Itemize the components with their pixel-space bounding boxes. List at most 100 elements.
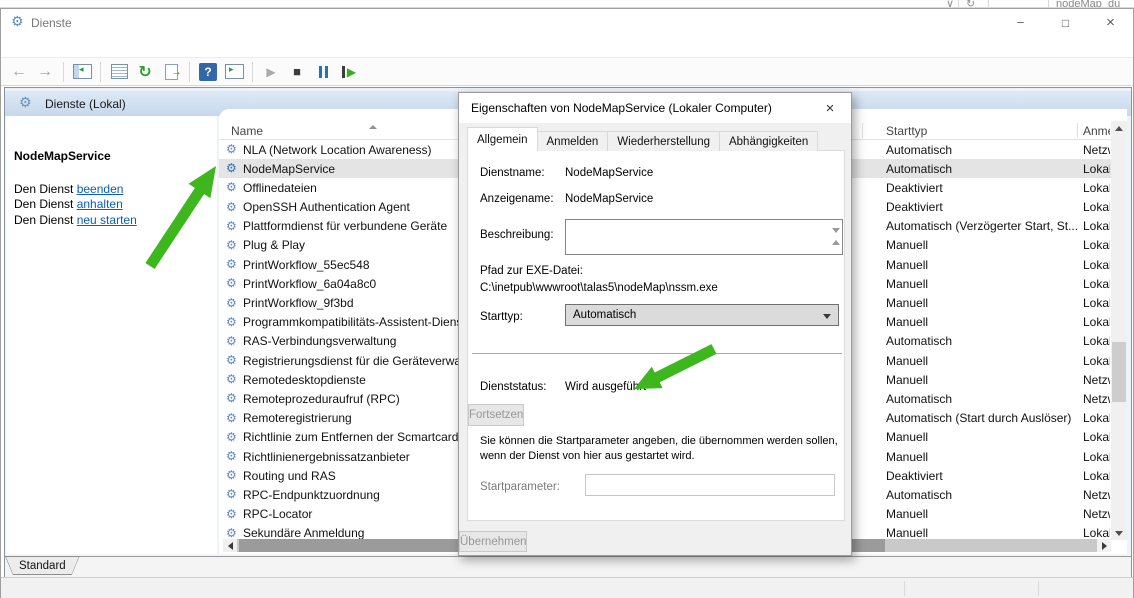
- service-starttyp: Automatisch (Start durch Auslöser): [886, 411, 1077, 425]
- chevron-down-icon[interactable]: [832, 233, 840, 251]
- tab-wiederherstellung[interactable]: Wiederherstellung: [607, 131, 720, 151]
- service-gear-icon: [226, 412, 237, 424]
- strip-divider: [1048, 0, 1049, 8]
- view-tab-standard[interactable]: Standard: [5, 556, 80, 575]
- service-anmelden: Netzwerkdienst: [1083, 488, 1110, 502]
- beschreibung-textarea[interactable]: [565, 219, 843, 255]
- tab-strip-divider: [5, 556, 1131, 557]
- toolbar-icon-stop[interactable]: [285, 60, 309, 84]
- tab-allgemein[interactable]: Allgemein: [467, 127, 538, 151]
- scroll-down-icon[interactable]: [1111, 526, 1127, 540]
- service-gear-icon: [226, 354, 237, 366]
- service-gear-icon: [226, 277, 237, 289]
- service-anmelden: Lokales System: [1083, 277, 1110, 291]
- toolbar-icon-sep[interactable]: [252, 62, 253, 82]
- service-gear-icon: [226, 469, 237, 481]
- scroll-right-icon[interactable]: [1097, 539, 1111, 552]
- dialog-bottom-buttons: OKAbbrechenÜbernehmen: [459, 531, 851, 553]
- sort-ascending-icon: [369, 125, 377, 129]
- service-starttyp: Manuell: [886, 526, 1077, 539]
- service-gear-icon: [226, 508, 237, 520]
- window-control-close[interactable]: [1088, 9, 1133, 36]
- action-prefix: Den Dienst: [14, 213, 77, 227]
- column-header-starttyp[interactable]: Starttyp: [886, 124, 927, 138]
- scroll-up-icon[interactable]: [1111, 121, 1127, 135]
- service-gear-icon: [226, 258, 237, 270]
- dialog-tab-page: Dienstname: NodeMapService Anzeigename: …: [467, 150, 845, 521]
- tab-label: Abhängigkeiten: [729, 136, 808, 148]
- service-anmelden: Lokales System: [1083, 469, 1110, 483]
- column-header-anmelden[interactable]: Anmelden als: [1083, 124, 1110, 138]
- startparameter-hint-line1: Sie können die Startparameter angeben, d…: [480, 435, 838, 447]
- toolbar-icon-sep[interactable]: [63, 62, 64, 82]
- toolbar-icon-help[interactable]: [196, 60, 220, 84]
- window-control-maximize[interactable]: [1043, 9, 1088, 36]
- service-starttyp: Manuell: [886, 258, 1077, 272]
- service-starttyp: Automatisch: [886, 143, 1077, 157]
- toolbar-icon-properties[interactable]: [107, 60, 131, 84]
- column-header-name[interactable]: Name: [231, 124, 263, 138]
- starttyp-selected-value: Automatisch: [573, 309, 636, 321]
- status-divider: [904, 581, 905, 596]
- column-divider[interactable]: [1077, 123, 1078, 138]
- toolbar-icon-export[interactable]: [159, 60, 183, 84]
- service-gear-icon: [226, 239, 237, 251]
- toolbar-icon-restart[interactable]: [337, 60, 361, 84]
- service-anmelden: Lokales System: [1083, 334, 1110, 348]
- window-control-minimize[interactable]: [998, 9, 1043, 36]
- dienstname-label: Dienstname:: [480, 167, 545, 179]
- scroll-left-icon[interactable]: [223, 539, 237, 552]
- toolbar-icon-forward[interactable]: [33, 60, 57, 84]
- starttyp-label: Starttyp:: [480, 311, 523, 323]
- service-anmelden: Lokales System: [1083, 181, 1110, 195]
- strip-divider: [988, 0, 989, 8]
- service-starttyp: Automatisch: [886, 334, 1077, 348]
- service-starttyp: Manuell: [886, 238, 1077, 252]
- button-label: Fortsetzen: [469, 409, 523, 421]
- close-icon[interactable]: [819, 98, 841, 118]
- service-gear-icon: [226, 162, 237, 174]
- toolbar-icon-sep[interactable]: [100, 62, 101, 82]
- strip-icon-chevron-down: [946, 0, 954, 8]
- toolbar-icon-pause[interactable]: [311, 60, 335, 84]
- service-gear-icon: [226, 143, 237, 155]
- toolbar-icon-show-tree[interactable]: [70, 60, 94, 84]
- service-action-anhalten: Den Dienst anhalten: [14, 197, 137, 212]
- action-link[interactable]: beenden: [77, 182, 124, 196]
- action-link[interactable]: anhalten: [77, 197, 123, 211]
- service-anmelden: Lokales System: [1083, 200, 1110, 214]
- startparameter-input[interactable]: [585, 474, 835, 496]
- tab-abhängigkeiten[interactable]: Abhängigkeiten: [719, 131, 818, 151]
- vertical-scrollbar-thumb[interactable]: [1112, 342, 1126, 402]
- service-gear-icon: [226, 392, 237, 404]
- button-übernehmen[interactable]: Übernehmen: [459, 531, 527, 552]
- toolbar-icon-start[interactable]: [259, 60, 283, 84]
- pfad-label: Pfad zur EXE-Datei:: [480, 265, 583, 277]
- selected-service-title: NodeMapService: [14, 149, 111, 163]
- pane-header-title: Dienste (Lokal): [45, 97, 126, 111]
- startparameter-label: Startparameter:: [480, 481, 560, 493]
- service-anmelden: Lokales System: [1083, 430, 1110, 444]
- toolbar-icon-extended-view[interactable]: [222, 60, 246, 84]
- toolbar-icon-back[interactable]: [7, 60, 31, 84]
- dienstname-value: NodeMapService: [565, 167, 653, 179]
- service-gear-icon: [226, 297, 237, 309]
- service-starttyp: Manuell: [886, 450, 1077, 464]
- toolbar-icon-sep[interactable]: [189, 62, 190, 82]
- service-anmelden: Lokales System: [1083, 411, 1110, 425]
- starttyp-select[interactable]: Automatisch: [565, 304, 839, 326]
- extended-view-pane: NodeMapService Den Dienst beendenDen Die…: [6, 116, 217, 554]
- column-divider[interactable]: [862, 123, 863, 138]
- toolbar-icon-refresh[interactable]: [133, 60, 157, 84]
- action-link[interactable]: neu starten: [77, 213, 137, 227]
- service-starttyp: Automatisch (Verzögerter Start, St...: [886, 219, 1077, 233]
- vertical-scrollbar[interactable]: [1111, 121, 1127, 540]
- menu-bar: [1, 36, 1133, 58]
- service-starttyp: Deaktiviert: [886, 181, 1077, 195]
- service-gear-icon: [226, 335, 237, 347]
- tab-anmelden[interactable]: Anmelden: [537, 131, 609, 151]
- service-starttyp: Manuell: [886, 354, 1077, 368]
- service-anmelden: Lokales System: [1083, 162, 1110, 176]
- app-gear-icon: [11, 14, 24, 28]
- button-fortsetzen[interactable]: Fortsetzen: [468, 404, 524, 426]
